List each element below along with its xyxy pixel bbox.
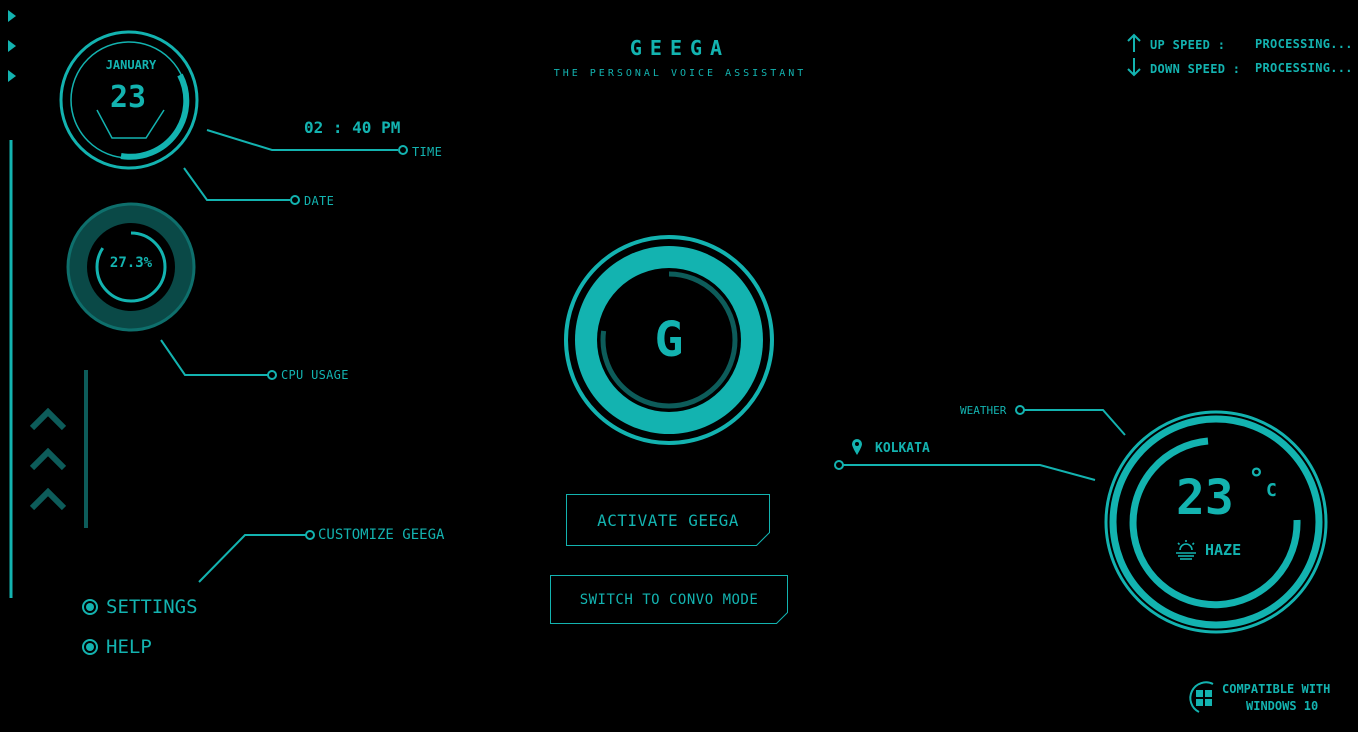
help-label: HELP: [106, 636, 152, 658]
app-title: GEEGA: [629, 36, 731, 60]
help-menu-item[interactable]: HELP: [82, 636, 152, 658]
date-day: 23: [109, 80, 147, 115]
windows-icon: [1196, 690, 1212, 706]
chevron-up-icon[interactable]: [30, 408, 66, 430]
location-connector: [843, 464, 1096, 481]
time-value: 02 : 40 PM: [304, 118, 401, 137]
app-subtitle: THE PERSONAL VOICE ASSISTANT: [553, 68, 807, 79]
switch-convo-mode-button[interactable]: SWITCH TO CONVO MODE: [550, 575, 788, 624]
arrow-up-icon: [1127, 33, 1141, 52]
weather-unit: C: [1266, 480, 1277, 501]
compatibility-line2: WINDOWS 10: [1246, 699, 1319, 713]
triangle-nav-icon[interactable]: [8, 40, 16, 52]
weather-connector: [1024, 409, 1126, 436]
arrow-down-icon: [1127, 58, 1141, 77]
time-label: TIME: [412, 145, 443, 159]
down-speed-label: DOWN SPEED :: [1150, 62, 1241, 76]
corner-cut: [776, 612, 788, 624]
map-pin-icon: [852, 439, 862, 455]
activate-button[interactable]: ACTIVATE GEEGA: [566, 494, 770, 546]
weather-temp: 23: [1176, 470, 1234, 526]
up-speed-value: PROCESSING...: [1255, 37, 1353, 51]
down-speed-value: PROCESSING...: [1255, 61, 1353, 75]
haze-icon: [1176, 540, 1196, 560]
core-logo-letter: G: [654, 312, 684, 368]
triangle-nav-icon[interactable]: [8, 10, 16, 22]
corner-cut: [756, 532, 770, 546]
date-connector: [183, 167, 290, 201]
switch-convo-mode-label: SWITCH TO CONVO MODE: [579, 591, 759, 608]
radio-icon: [82, 599, 98, 615]
weather-condition: HAZE: [1205, 541, 1242, 559]
compatibility-line1: COMPATIBLE WITH: [1222, 682, 1331, 696]
weather-location: KOLKATA: [875, 441, 930, 456]
triangle-nav-icon[interactable]: [8, 70, 16, 82]
chevron-up-icon[interactable]: [30, 488, 66, 510]
settings-menu-item[interactable]: SETTINGS: [82, 596, 198, 618]
customize-connector: [198, 534, 306, 583]
cpu-connector: [160, 339, 268, 376]
customize-link[interactable]: CUSTOMIZE GEEGA: [318, 527, 444, 543]
date-label: DATE: [304, 194, 335, 208]
chevron-up-icon[interactable]: [30, 448, 66, 470]
weather-label: WEATHER: [960, 404, 1007, 417]
cpu-value: 27.3%: [109, 255, 153, 271]
up-speed-label: UP SPEED :: [1150, 38, 1226, 52]
weather-degree: °: [1248, 462, 1265, 495]
date-month: JANUARY: [105, 58, 157, 72]
cpu-label: CPU USAGE: [281, 368, 349, 382]
settings-label: SETTINGS: [106, 596, 198, 618]
activate-button-label: ACTIVATE GEEGA: [597, 510, 739, 530]
radio-icon: [82, 639, 98, 655]
